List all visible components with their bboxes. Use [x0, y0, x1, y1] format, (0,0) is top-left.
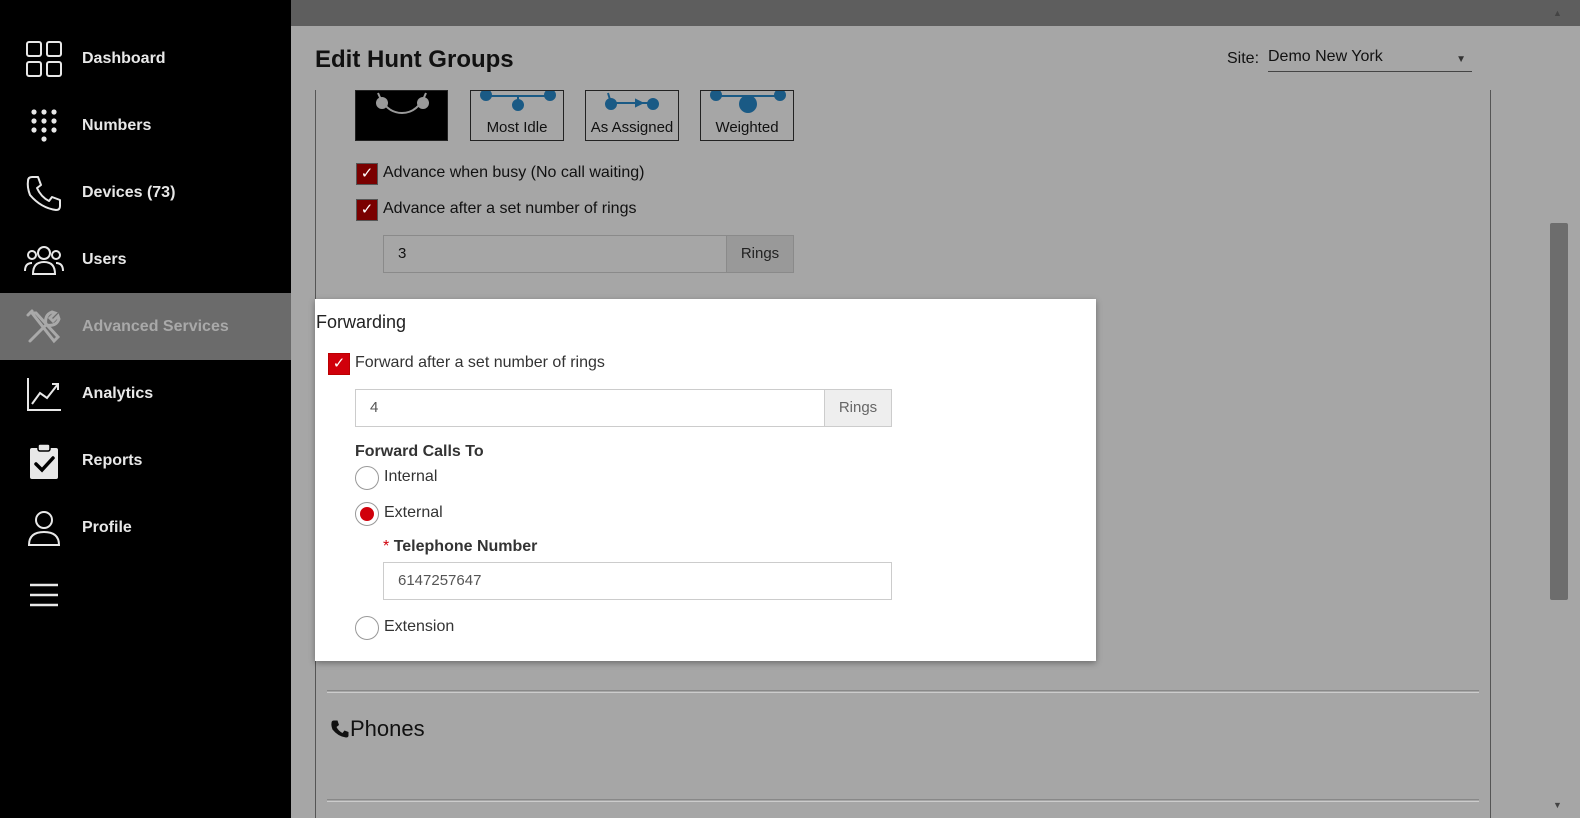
external-label: External: [384, 504, 443, 521]
internal-label: Internal: [384, 468, 438, 485]
strategy-most-idle[interactable]: Most Idle: [470, 90, 564, 141]
dashboard-grid-icon: [24, 39, 64, 79]
external-radio[interactable]: [355, 502, 379, 526]
extension-label: Extension: [384, 618, 455, 635]
sidebar-item-advanced-services[interactable]: Advanced Services: [0, 293, 291, 360]
forward-rings-input[interactable]: 4: [355, 389, 825, 427]
sidebar-item-label: Dashboard: [82, 49, 166, 67]
advance-rings-label: Advance after a set number of rings: [383, 200, 637, 217]
strategy-label: As Assigned: [590, 119, 674, 136]
required-marker: *: [383, 538, 390, 555]
site-label: Site:: [1227, 50, 1260, 67]
advance-busy-checkbox[interactable]: ✓: [356, 163, 378, 185]
most-idle-strategy-icon: [480, 91, 556, 111]
sidebar-item-devices[interactable]: Devices (73): [0, 159, 291, 226]
top-bar: [291, 0, 1580, 26]
strategy-as-assigned[interactable]: As Assigned: [585, 90, 679, 141]
site-select-value: Demo New York: [1268, 48, 1383, 65]
phones-title: Phones: [350, 716, 425, 741]
advance-rings-input[interactable]: 3: [383, 235, 727, 273]
internal-radio[interactable]: [355, 466, 379, 490]
advance-rings-checkbox[interactable]: ✓: [356, 199, 378, 221]
sidebar-item-label: Profile: [82, 518, 132, 536]
sidebar-item-label: Reports: [82, 451, 143, 469]
forward-rings-unit: Rings: [824, 389, 892, 427]
sidebar-item-label: Numbers: [82, 116, 152, 134]
phone-icon: [331, 720, 349, 738]
sidebar-menu-toggle[interactable]: [0, 561, 291, 628]
hamburger-menu-icon: [24, 575, 64, 615]
weighted-strategy-icon: [710, 91, 786, 113]
extension-radio[interactable]: [355, 616, 379, 640]
scroll-down-icon[interactable]: ▼: [1553, 800, 1562, 810]
advance-rings-unit: Rings: [726, 235, 794, 273]
telephone-number-label: * Telephone Number: [383, 538, 537, 556]
sidebar-item-label: Users: [82, 250, 127, 268]
forward-calls-to-label: Forward Calls To: [355, 443, 484, 460]
scrollbar-thumb[interactable]: [1550, 223, 1568, 600]
as-assigned-strategy-icon: [605, 92, 659, 110]
dialpad-icon: [24, 106, 64, 146]
strategy-label: Weighted: [715, 119, 779, 136]
strategy-circular[interactable]: [355, 90, 448, 141]
forwarding-panel: Forwarding ✓ Forward after a set number …: [315, 299, 1096, 661]
section-divider: [327, 690, 1479, 693]
chart-icon: [24, 374, 64, 414]
forward-rings-checkbox[interactable]: ✓: [328, 353, 350, 375]
phones-section-header[interactable]: Phones: [330, 716, 425, 742]
forwarding-title: Forwarding: [316, 312, 407, 332]
clipboard-check-icon: [24, 441, 64, 481]
page-header: Edit Hunt Groups Site: Demo New York ▼: [291, 26, 1549, 90]
sidebar-item-label: Devices (73): [82, 183, 176, 201]
sidebar-item-analytics[interactable]: Analytics: [0, 360, 291, 427]
page-title: Edit Hunt Groups: [315, 46, 514, 73]
sidebar-item-label: Advanced Services: [82, 317, 229, 335]
sidebar-item-reports[interactable]: Reports: [0, 427, 291, 494]
forward-rings-label: Forward after a set number of rings: [355, 354, 605, 371]
tools-icon: [24, 307, 64, 347]
sidebar-item-profile[interactable]: Profile: [0, 494, 291, 561]
phone-icon: [24, 173, 64, 213]
scroll-up-icon[interactable]: ▲: [1553, 8, 1562, 18]
circular-strategy-icon: [376, 92, 429, 115]
sidebar-item-numbers[interactable]: Numbers: [0, 92, 291, 159]
advance-busy-label: Advance when busy (No call waiting): [383, 164, 645, 181]
caret-down-icon: ▼: [1456, 54, 1466, 65]
strategy-label: Most Idle: [486, 119, 548, 136]
sidebar-item-dashboard[interactable]: Dashboard: [0, 25, 291, 92]
strategy-weighted[interactable]: Weighted: [700, 90, 794, 141]
telephone-number-input[interactable]: 6147257647: [383, 562, 892, 600]
section-divider: [327, 799, 1479, 802]
sidebar-item-users[interactable]: Users: [0, 226, 291, 293]
sidebar-item-label: Analytics: [82, 384, 154, 402]
sidebar: Dashboard Numbers Devices (73) Users Adv…: [0, 0, 291, 818]
person-icon: [24, 508, 64, 548]
telephone-number-label-text: Telephone Number: [393, 538, 538, 555]
users-icon: [24, 240, 64, 280]
site-select[interactable]: Demo New York ▼: [1268, 48, 1472, 72]
